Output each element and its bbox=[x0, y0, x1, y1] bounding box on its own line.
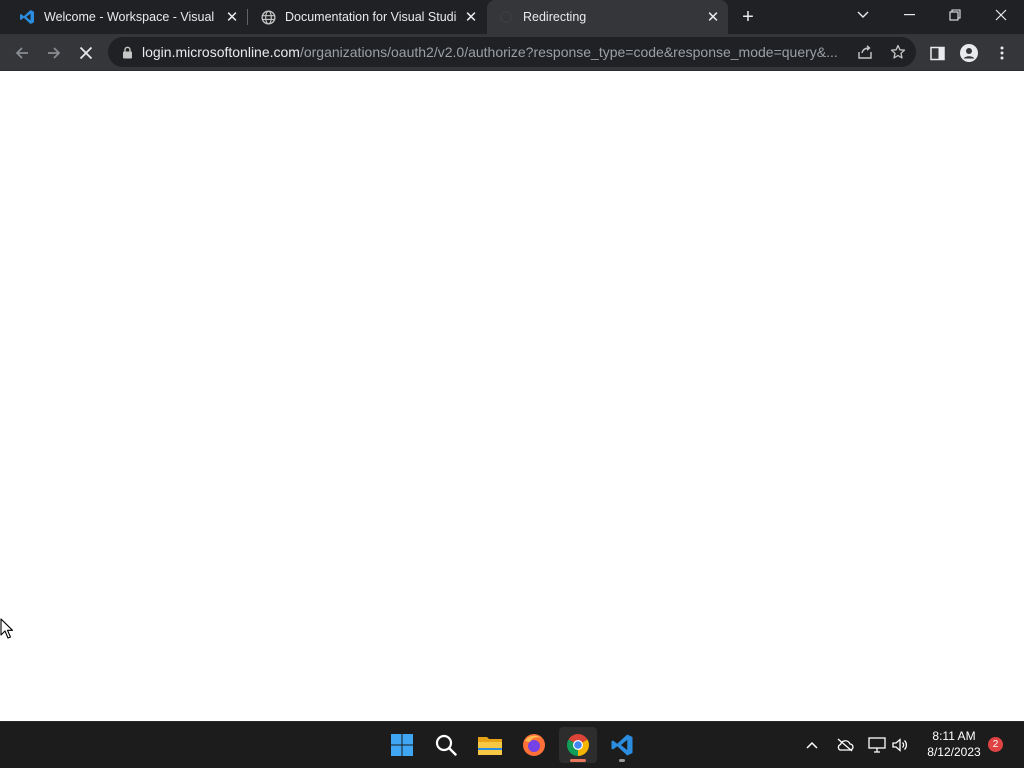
page-content[interactable] bbox=[0, 71, 1024, 721]
url-path: /organizations/oauth2/v2.0/authorize?res… bbox=[299, 44, 838, 60]
forward-button[interactable] bbox=[41, 40, 67, 66]
close-window-button[interactable] bbox=[978, 0, 1024, 30]
notification-badge[interactable]: 2 bbox=[988, 737, 1003, 752]
profile-icon[interactable] bbox=[956, 40, 982, 66]
firefox-icon[interactable] bbox=[515, 727, 553, 763]
browser-toolbar: login.microsoftonline.com/organizations/… bbox=[0, 34, 1024, 71]
side-panel-icon[interactable] bbox=[924, 40, 950, 66]
file-explorer-icon[interactable] bbox=[471, 727, 509, 763]
lock-icon[interactable] bbox=[120, 45, 134, 59]
tab-title: Documentation for Visual Studio Code bbox=[285, 10, 457, 24]
running-app-indicator bbox=[619, 759, 625, 762]
new-tab-button[interactable]: + bbox=[736, 5, 760, 29]
tab-redirecting[interactable]: Redirecting ✕ bbox=[487, 0, 728, 34]
tab-close-icon[interactable]: ✕ bbox=[462, 8, 480, 26]
vscode-taskbar-icon[interactable] bbox=[603, 727, 641, 763]
clock-time: 8:11 AM bbox=[932, 729, 976, 743]
tab-search-chevron-icon[interactable] bbox=[840, 0, 886, 30]
back-button[interactable] bbox=[9, 40, 35, 66]
network-icon[interactable] bbox=[866, 734, 888, 756]
clock-date: 8/12/2023 bbox=[927, 745, 981, 759]
restore-button[interactable] bbox=[932, 0, 978, 30]
chrome-icon[interactable] bbox=[559, 727, 597, 763]
stop-loading-button[interactable] bbox=[73, 40, 99, 66]
tab-title: Welcome - Workspace - Visual Studio Code bbox=[44, 10, 218, 24]
menu-kebab-icon[interactable] bbox=[989, 40, 1015, 66]
tab-close-icon[interactable]: ✕ bbox=[704, 8, 722, 26]
taskbar-clock[interactable]: 8:11 AM 8/12/2023 bbox=[918, 728, 990, 760]
tab-close-icon[interactable]: ✕ bbox=[223, 8, 241, 26]
volume-icon[interactable] bbox=[889, 734, 911, 756]
tab-documentation[interactable]: Documentation for Visual Studio Code ✕ bbox=[248, 0, 486, 34]
address-bar[interactable]: login.microsoftonline.com/organizations/… bbox=[108, 37, 916, 67]
active-app-indicator bbox=[570, 759, 586, 762]
url-text: login.microsoftonline.com/organizations/… bbox=[142, 44, 847, 60]
tab-vscode-welcome[interactable]: Welcome - Workspace - Visual Studio Code… bbox=[0, 0, 247, 34]
globe-icon bbox=[259, 8, 277, 26]
vscode-icon bbox=[18, 8, 36, 26]
windows-start-icon[interactable] bbox=[383, 727, 421, 763]
url-host: login.microsoftonline.com bbox=[142, 44, 300, 60]
share-icon[interactable] bbox=[853, 40, 877, 64]
taskbar-search-icon[interactable] bbox=[427, 727, 465, 763]
onedrive-offline-icon[interactable] bbox=[834, 734, 856, 756]
mouse-cursor-icon bbox=[0, 618, 14, 639]
tray-overflow-chevron-icon[interactable] bbox=[801, 734, 823, 756]
loading-icon bbox=[497, 8, 515, 26]
bookmark-star-icon[interactable] bbox=[886, 40, 910, 64]
tab-strip: Welcome - Workspace - Visual Studio Code… bbox=[0, 0, 1024, 34]
windows-taskbar: 8:11 AM 8/12/2023 bbox=[0, 721, 1024, 768]
tab-title: Redirecting bbox=[523, 10, 587, 24]
minimize-button[interactable] bbox=[886, 0, 932, 30]
